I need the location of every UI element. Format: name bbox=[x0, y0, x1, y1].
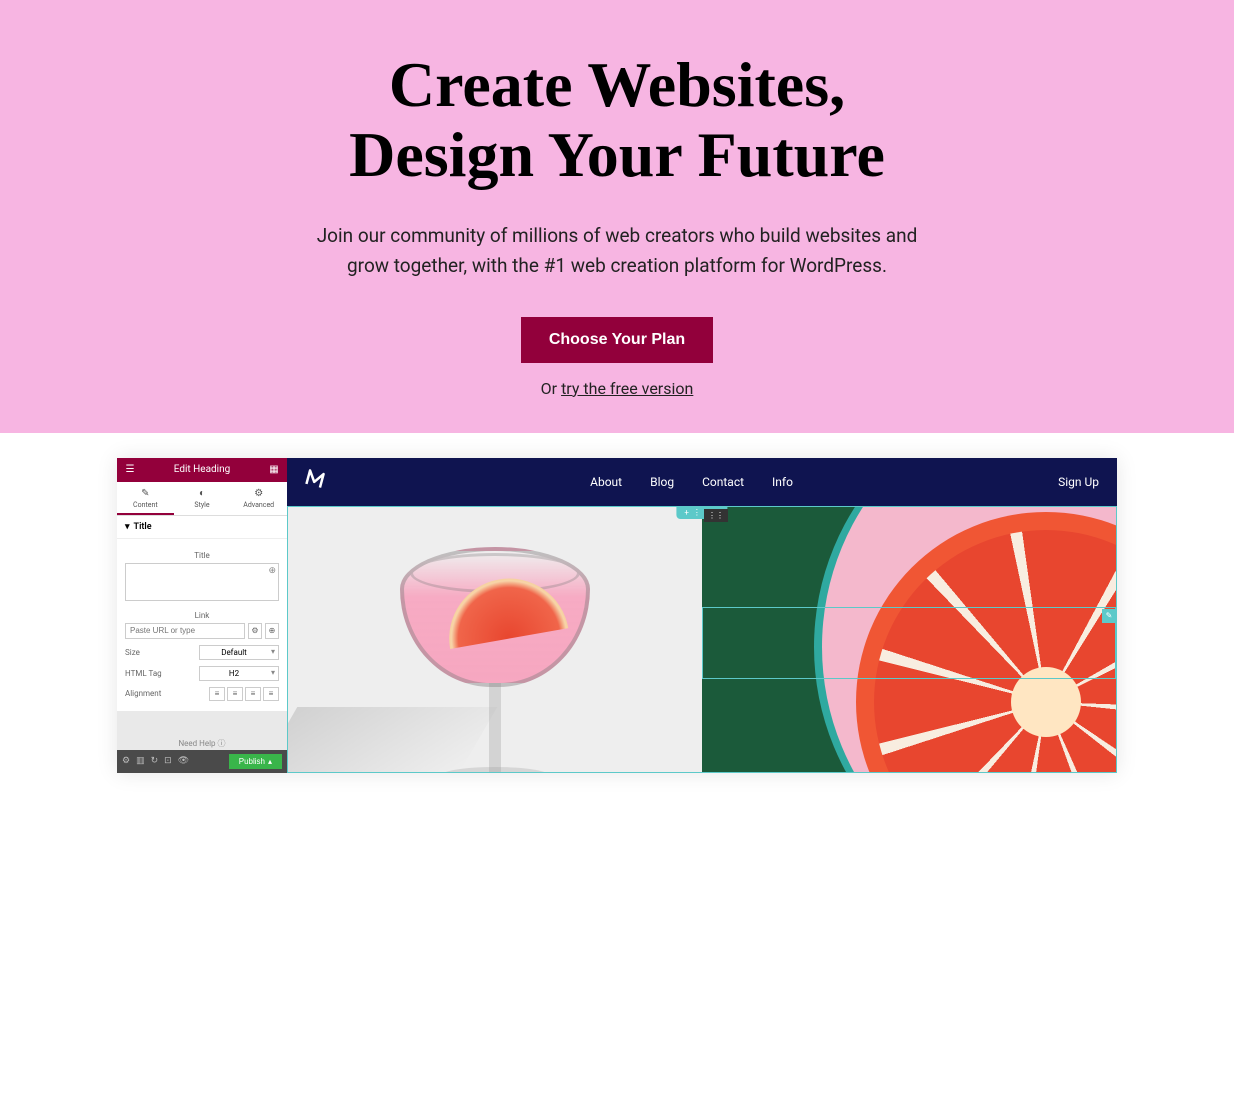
sidebar-tabs: ✎ Content ◐ Style ⚙ Advanced bbox=[117, 482, 287, 516]
title-accordion[interactable]: ▾ Title bbox=[117, 516, 287, 539]
align-justify-button[interactable]: ≡ bbox=[263, 687, 279, 701]
hero-subheading: Join our community of millions of web cr… bbox=[297, 221, 937, 282]
preview-navbar: About Blog Contact Info Sign Up bbox=[287, 458, 1117, 506]
cta-or-text: Or bbox=[541, 379, 561, 398]
widgets-grid-icon[interactable]: ▦ bbox=[267, 463, 281, 477]
element-selection-outline bbox=[702, 607, 1116, 679]
editor-sidebar: ☰ Edit Heading ▦ ✎ Content ◐ Style ⚙ Adv… bbox=[117, 458, 287, 773]
pencil-icon: ✎ bbox=[117, 488, 174, 499]
cocktail-illustration bbox=[400, 547, 590, 772]
editor-screenshot: ☰ Edit Heading ▦ ✎ Content ◐ Style ⚙ Adv… bbox=[117, 458, 1117, 773]
widget-drag-handle[interactable]: ⋮⋮ bbox=[704, 509, 728, 522]
htmltag-label: HTML Tag bbox=[125, 669, 162, 678]
tab-content[interactable]: ✎ Content bbox=[117, 482, 174, 515]
history-icon[interactable]: ↻ bbox=[151, 756, 159, 766]
tab-content-label: Content bbox=[133, 501, 158, 509]
help-icon: ⓘ bbox=[218, 739, 226, 748]
preview-nav-links: About Blog Contact Info bbox=[590, 475, 793, 489]
dynamic-tag-icon[interactable]: ⊕ bbox=[268, 566, 276, 576]
sidebar-title: Edit Heading bbox=[174, 464, 231, 475]
sidebar-header: ☰ Edit Heading ▦ bbox=[117, 458, 287, 482]
responsive-icon[interactable]: ⊡ bbox=[164, 756, 172, 766]
edit-element-icon[interactable]: ✎ bbox=[1102, 609, 1116, 623]
title-field-label: Title bbox=[125, 551, 279, 560]
sidebar-spacer: Need Help ⓘ bbox=[117, 711, 287, 750]
cta-subtext: Or try the free version bbox=[0, 379, 1234, 398]
style-icon: ◐ bbox=[174, 488, 231, 499]
tab-style[interactable]: ◐ Style bbox=[174, 482, 231, 515]
align-center-button[interactable]: ≡ bbox=[227, 687, 243, 701]
link-dynamic-icon[interactable]: ⊕ bbox=[265, 623, 279, 639]
hero-section: Create Websites, Design Your Future Join… bbox=[0, 0, 1234, 773]
hero-heading-line2: Design Your Future bbox=[349, 119, 885, 190]
settings-icon[interactable]: ⚙ bbox=[122, 756, 130, 766]
tab-advanced[interactable]: ⚙ Advanced bbox=[230, 482, 287, 515]
size-label: Size bbox=[125, 648, 140, 657]
title-textarea[interactable] bbox=[125, 563, 279, 601]
preview-area: About Blog Contact Info Sign Up + ⋮⋮ ✕ bbox=[287, 458, 1117, 773]
choose-plan-button[interactable]: Choose Your Plan bbox=[521, 317, 713, 363]
canvas-right-column[interactable]: ⋮⋮ ✎ bbox=[702, 507, 1116, 772]
tab-style-label: Style bbox=[194, 501, 209, 509]
link-field-label: Link bbox=[125, 611, 279, 620]
need-help-link[interactable]: Need Help ⓘ bbox=[178, 739, 225, 748]
link-options-icon[interactable]: ⚙ bbox=[248, 623, 262, 639]
hamburger-icon[interactable]: ☰ bbox=[123, 463, 137, 477]
size-select[interactable]: Default bbox=[199, 645, 279, 660]
htmltag-select[interactable]: H2 bbox=[199, 666, 279, 681]
caret-down-icon: ▾ bbox=[125, 522, 130, 532]
publish-button[interactable]: Publish▴ bbox=[229, 754, 282, 769]
navigator-icon[interactable]: ▥ bbox=[136, 756, 145, 766]
panel-body: Title ⊕ Link ⚙ ⊕ Size Default HTML Tag bbox=[117, 539, 287, 711]
preview-icon[interactable]: 👁 bbox=[178, 756, 189, 766]
try-free-link[interactable]: try the free version bbox=[561, 379, 693, 398]
alignment-label: Alignment bbox=[125, 689, 161, 698]
tab-advanced-label: Advanced bbox=[243, 501, 274, 509]
hero-heading-line1: Create Websites, bbox=[389, 49, 845, 120]
nav-blog[interactable]: Blog bbox=[650, 475, 674, 489]
sidebar-footer: ⚙ ▥ ↻ ⊡ 👁 Publish▴ bbox=[117, 750, 287, 773]
nav-signup[interactable]: Sign Up bbox=[1058, 475, 1099, 489]
accordion-label: Title bbox=[134, 522, 152, 532]
link-input[interactable] bbox=[125, 623, 245, 639]
chevron-up-icon: ▴ bbox=[268, 757, 272, 766]
nav-about[interactable]: About bbox=[590, 475, 622, 489]
preview-logo[interactable] bbox=[305, 468, 325, 495]
nav-info[interactable]: Info bbox=[772, 475, 793, 489]
nav-contact[interactable]: Contact bbox=[702, 475, 744, 489]
align-right-button[interactable]: ≡ bbox=[245, 687, 261, 701]
canvas-left-column[interactable] bbox=[288, 507, 702, 772]
align-left-button[interactable]: ≡ bbox=[209, 687, 225, 701]
preview-canvas[interactable]: + ⋮⋮ ✕ ⋮⋮ bbox=[287, 506, 1117, 773]
gear-icon: ⚙ bbox=[230, 488, 287, 499]
alignment-buttons: ≡ ≡ ≡ ≡ bbox=[209, 687, 279, 701]
hero-heading: Create Websites, Design Your Future bbox=[0, 50, 1234, 191]
